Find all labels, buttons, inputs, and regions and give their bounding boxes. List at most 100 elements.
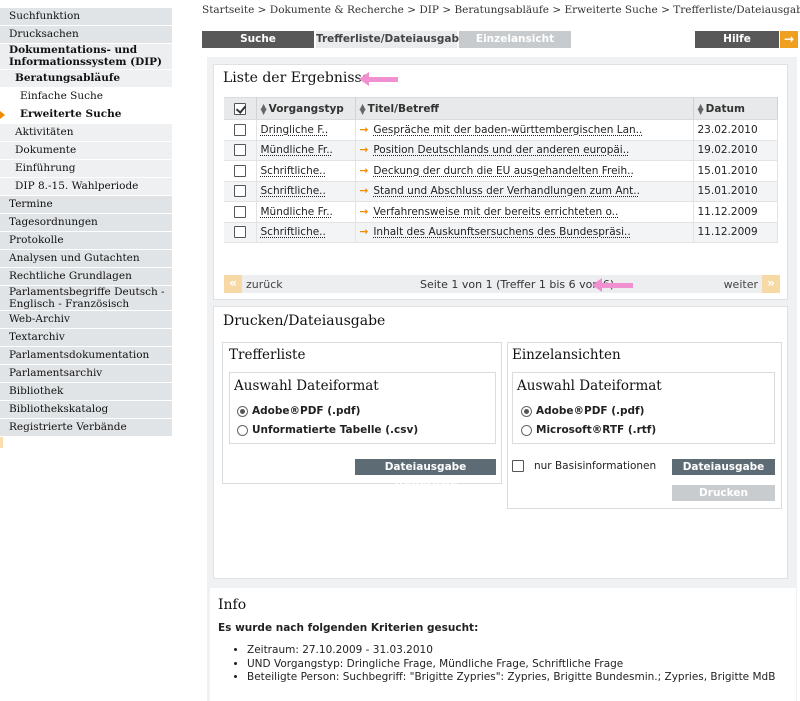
vorgangstyp-link[interactable]: Schriftliche..	[261, 185, 326, 197]
cell-vorgangstyp[interactable]: Schriftliche..	[256, 181, 356, 202]
cell-titel[interactable]: → Gespräche mit der baden-württembergisch…	[355, 119, 694, 141]
row-checkbox[interactable]	[233, 185, 246, 198]
column-header-titel[interactable]: ▲ ▼ Titel/Betreff	[355, 97, 694, 120]
basisinformationen-checkbox[interactable]	[512, 460, 524, 472]
cell-titel[interactable]: → Position Deutschlands und der anderen e…	[355, 140, 694, 161]
cell-datum: 15.01.2010	[693, 160, 778, 182]
titel-link[interactable]: Deckung der durch die EU ausgehandelten …	[373, 165, 634, 177]
format-option-pdf-left[interactable]: Adobe®PDF (.pdf)	[237, 405, 360, 417]
cell-vorgangstyp[interactable]: Schriftliche..	[256, 222, 356, 243]
prev-page-icon[interactable]: «	[224, 275, 242, 293]
table-row: Dringliche F.. → Gespräche mit der baden-…	[224, 119, 778, 141]
drucken-button[interactable]: Drucken	[672, 485, 775, 501]
sidebar-item-einfache-suche[interactable]: Einfache Suche	[0, 88, 172, 106]
radio-icon[interactable]	[521, 424, 532, 436]
sidebar-item-dip[interactable]: Dokumentations- und Informationssystem (…	[0, 44, 172, 70]
cell-datum: 11.12.2009	[693, 201, 778, 223]
select-all-checkbox[interactable]	[233, 102, 246, 115]
breadcrumb[interactable]: Startseite > Dokumente & Recherche > DIP…	[202, 4, 800, 16]
vorgangstyp-link[interactable]: Schriftliche..	[261, 165, 326, 177]
next-page-link[interactable]: weiter	[724, 278, 758, 291]
radio-selected-icon[interactable]	[521, 405, 532, 417]
tab-trefferliste[interactable]: Trefferliste/Dateiausgabe	[316, 31, 466, 48]
select-all-header[interactable]	[224, 97, 257, 120]
sidebar-item-termine[interactable]: Termine	[0, 196, 172, 214]
sidebar-item-bibliothek[interactable]: Bibliothek	[0, 383, 172, 401]
table-header-row: ▲ ▼ Vorgangstyp ▲ ▼ Titel/Betreff ▲ ▼ Datum	[224, 97, 778, 120]
sidebar-item-aktivitaeten[interactable]: Aktivitäten	[0, 124, 172, 142]
cell-vorgangstyp[interactable]: Mündliche Fr..	[256, 140, 356, 161]
row-checkbox[interactable]	[233, 226, 246, 239]
sidebar-item-protokolle[interactable]: Protokolle	[0, 232, 172, 250]
sidebar-item-bibliothekskatalog[interactable]: Bibliothekskatalog	[0, 401, 172, 419]
sort-icon: ▲ ▼	[260, 101, 267, 116]
sidebar-item-suchfunktion[interactable]: Suchfunktion	[0, 8, 172, 26]
vorgangstyp-link[interactable]: Schriftliche..	[261, 226, 326, 238]
cell-vorgangstyp[interactable]: Schriftliche..	[256, 160, 356, 182]
arrow-right-icon[interactable]: →	[780, 31, 798, 48]
prev-page-link[interactable]: zurück	[246, 278, 283, 291]
cell-titel[interactable]: → Inhalt des Auskunftsersuchens des Bunde…	[355, 222, 694, 243]
sidebar-item-erweiterte-suche[interactable]: Erweiterte Suche	[0, 106, 172, 124]
next-page-icon[interactable]: »	[762, 275, 780, 293]
sidebar-item-textarchiv[interactable]: Textarchiv	[0, 329, 172, 347]
sidebar-item-parlamentsbegriffe[interactable]: Parlamentsbegriffe Deutsch - Englisch - …	[0, 286, 172, 311]
titel-link[interactable]: Inhalt des Auskunftsersuchens des Bundes…	[373, 226, 630, 238]
sidebar-item-parlamentsdokumentation[interactable]: Parlamentsdokumentation	[0, 347, 172, 365]
titel-link[interactable]: Position Deutschlands und der anderen eu…	[373, 144, 629, 156]
format-option-pdf-right[interactable]: Adobe®PDF (.pdf)	[521, 405, 644, 417]
format-title-left: Auswahl Dateiformat	[234, 378, 379, 394]
annotation-arrow-icon	[592, 278, 633, 292]
column-label: Vorgangstyp	[268, 102, 344, 115]
sidebar-item-einfuehrung[interactable]: Einführung	[0, 160, 172, 178]
cell-datum: 15.01.2010	[693, 181, 778, 202]
table-row: Mündliche Fr.. → Verfahrensweise mit der …	[224, 201, 778, 223]
radio-icon[interactable]	[237, 424, 248, 436]
sidebar-item-tagesordnungen[interactable]: Tagesordnungen	[0, 214, 172, 232]
column-label: Datum	[705, 102, 745, 115]
tab-suche[interactable]: Suche	[202, 31, 314, 48]
row-checkbox[interactable]	[233, 144, 246, 157]
column-header-vorgangstyp[interactable]: ▲ ▼ Vorgangstyp	[256, 97, 356, 120]
sidebar-item-dokumente[interactable]: Dokumente	[0, 142, 172, 160]
vorgangstyp-link[interactable]: Mündliche Fr..	[261, 206, 333, 218]
row-checkbox[interactable]	[233, 164, 246, 177]
row-checkbox[interactable]	[233, 123, 246, 136]
titel-link[interactable]: Verfahrensweise mit der bereits errichte…	[373, 206, 618, 218]
help-button[interactable]: Hilfe	[695, 31, 779, 48]
sidebar-item-analysen[interactable]: Analysen und Gutachten	[0, 250, 172, 268]
column-header-datum[interactable]: ▲ ▼ Datum	[693, 97, 778, 120]
einzelansichten-title: Einzelansichten	[512, 347, 621, 363]
sidebar-item-parlamentsarchiv[interactable]: Parlamentsarchiv	[0, 365, 172, 383]
cell-titel[interactable]: → Stand und Abschluss der Verhandlungen z…	[355, 181, 694, 202]
sidebar-item-web-archiv[interactable]: Web-Archiv	[0, 311, 172, 329]
titel-link[interactable]: Gespräche mit der baden-württembergische…	[373, 124, 642, 136]
arrow-right-icon: →	[359, 205, 369, 218]
radio-selected-icon[interactable]	[237, 405, 248, 417]
dateiausgabe-trefferliste-button[interactable]: Dateiausgabe Trefferliste	[355, 459, 496, 489]
row-checkbox[interactable]	[233, 205, 246, 218]
sidebar-item-registrierte-verbaende[interactable]: Registrierte Verbände	[0, 419, 172, 437]
annotation-arrow-icon	[359, 72, 398, 86]
table-row: Schriftliche.. → Inhalt des Auskunftsersu…	[224, 222, 778, 243]
dateiausgabe-button[interactable]: Dateiausgabe	[672, 459, 775, 475]
vorgangstyp-link[interactable]: Dringliche F..	[261, 124, 329, 136]
titel-link[interactable]: Stand und Abschluss der Verhandlungen zu…	[373, 185, 640, 197]
cell-titel[interactable]: → Deckung der durch die EU ausgehandelten…	[355, 160, 694, 182]
cell-datum: 23.02.2010	[693, 119, 778, 141]
row-checkbox-cell	[224, 119, 257, 141]
sidebar-item-dip-8-15[interactable]: DIP 8.-15. Wahlperiode	[0, 178, 172, 196]
sidebar-item-rechtliche-grundlagen[interactable]: Rechtliche Grundlagen	[0, 268, 172, 286]
cell-vorgangstyp[interactable]: Dringliche F..	[256, 119, 356, 141]
basisinformationen-option[interactable]: nur Basisinformationen	[512, 460, 656, 472]
sidebar-item-beratungsablaeufe[interactable]: Beratungsabläufe	[0, 70, 172, 88]
sidebar-item-drucksachen[interactable]: Drucksachen	[0, 26, 172, 44]
tab-einzelansicht[interactable]: Einzelansicht	[459, 31, 571, 48]
format-option-csv[interactable]: Unformatierte Tabelle (.csv)	[237, 424, 418, 436]
list-item: Beteiligte Person: Suchbegriff: "Brigitt…	[247, 671, 775, 685]
format-option-rtf[interactable]: Microsoft®RTF (.rtf)	[521, 424, 656, 436]
cell-titel[interactable]: → Verfahrensweise mit der bereits erricht…	[355, 201, 694, 223]
cell-vorgangstyp[interactable]: Mündliche Fr..	[256, 201, 356, 223]
arrow-right-icon: →	[359, 123, 369, 136]
vorgangstyp-link[interactable]: Mündliche Fr..	[261, 144, 333, 156]
